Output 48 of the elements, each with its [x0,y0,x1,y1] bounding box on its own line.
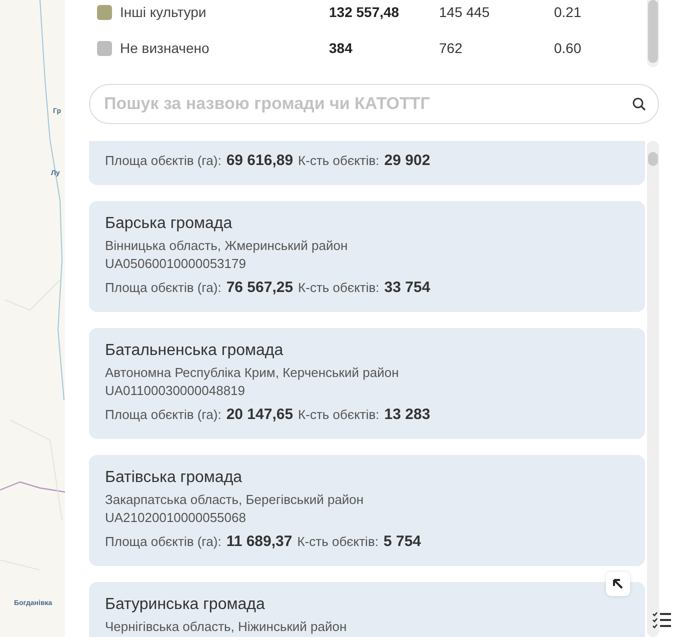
area-label: Площа обєктів (га): [105,534,222,549]
community-card[interactable]: Батуринська громада Чернігівська область, Ніжинський район [89,582,645,637]
table-cell-text: 0.21 [554,4,582,20]
area-label: Площа обєктів (га): [105,407,222,422]
scrollbar[interactable] [647,0,659,67]
scrollbar[interactable] [647,141,659,637]
area-label: Площа обєктів (га): [105,280,222,295]
table-cell-text: 145 445 [439,4,491,20]
count-label: К-сть обєктів: [298,153,380,168]
community-title: Батальненська громада [105,342,284,360]
count-value: 33 754 [384,279,430,296]
table-cell-text: 384 [329,40,354,56]
area-value: 20 147,65 [226,406,294,423]
count-value: 5 754 [383,533,422,550]
border-line [0,481,65,493]
community-title: Батівська громада [105,469,244,487]
search-field[interactable]: Пошук за назвою громади чи КАТОТТГ [89,84,659,124]
count-value: 13 283 [384,406,430,423]
community-card[interactable]: Площа обєктів (га): 69 616,89 К-сть обєктів: 29 902 [89,141,645,185]
community-region: Вінницька область, Жмеринський район [105,238,349,253]
table-cell-text: 132 557,48 [329,4,400,20]
count-label: К-сть обєктів: [298,280,380,295]
community-region: Закарпатська область, Берегівський район [105,492,365,507]
search-icon[interactable] [632,97,646,111]
community-region: Чернігівська область, Ніжинський район [105,619,348,634]
community-region: Автономна Республіка Крим, Керченський район [105,365,400,380]
community-code: UA05060010000053179 [105,256,247,271]
scroll-to-top-button[interactable] [606,572,630,596]
community-card[interactable]: Батівська громада Закарпатська область, Берегівський район UA21020010000055068 Площа обєктів (га): 11 689,37 К-сть обєктів: 5 754 [89,455,645,566]
community-code: UA21020010000055068 [105,510,247,525]
area-value: 11 689,37 [226,533,292,550]
count-value: 29 902 [384,152,430,169]
community-title: Барська громада [105,215,234,233]
community-card[interactable]: Барська громада Вінницька область, Жмеринський район UA05060010000053179 Площа обєктів (га): 76 567,25 К-сть обєктів: 33 754 [89,201,645,312]
category-name: Інші культури [120,4,206,20]
category-name: Не визначено [120,40,210,56]
count-label: К-сть обєктів: [298,407,380,422]
area-value: 76 567,25 [226,279,294,296]
community-card[interactable]: Батальненська громада Автономна Республіка Крим, Керченський район UA01100030000048819 Площа обєктів (га): 20 147,65 К-сть обєктів: 13 283 [89,328,645,439]
checklist-icon[interactable] [652,611,672,629]
area-label: Площа обєктів (га): [105,153,222,168]
table-cell-text: 762 [439,40,464,56]
table-cell-text: 0.60 [554,40,582,56]
community-code: UA01100030000048819 [105,383,246,398]
count-label: К-сть обєктів: [297,534,378,549]
arrow-icon [612,578,624,590]
area-value: 69 616,89 [226,152,294,169]
community-title: Батуринська громада [105,596,266,614]
